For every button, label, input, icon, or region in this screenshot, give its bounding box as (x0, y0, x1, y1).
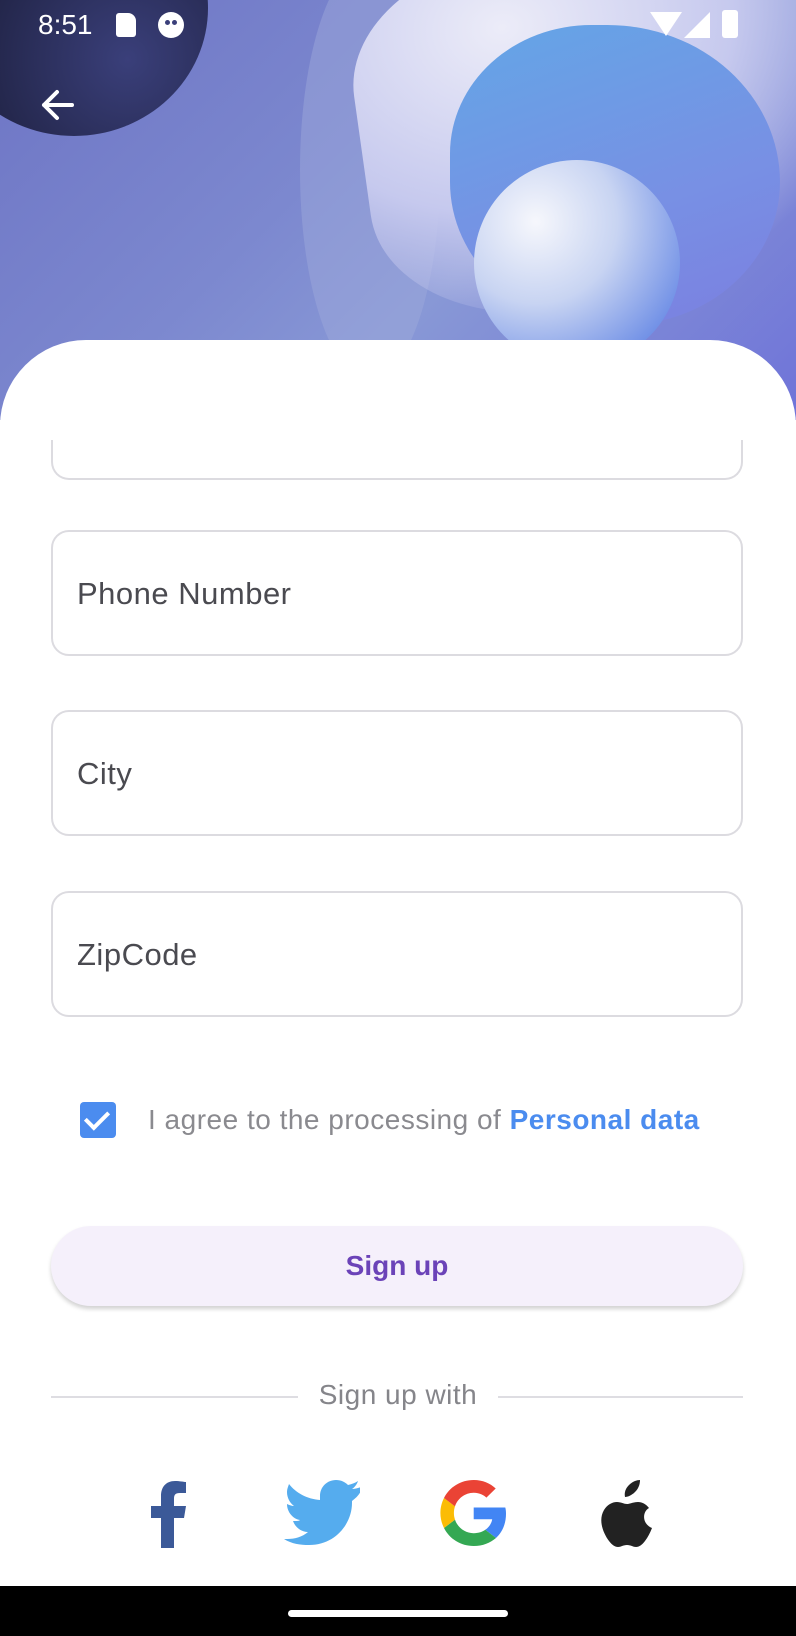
twitter-icon (284, 1480, 361, 1545)
status-time: 8:51 (38, 9, 93, 40)
city-input[interactable] (75, 712, 719, 836)
wifi-icon (650, 12, 682, 36)
battery-icon (722, 10, 738, 38)
sd-card-icon (116, 13, 136, 37)
personal-data-link[interactable]: Personal data (510, 1104, 700, 1135)
back-button[interactable] (32, 80, 82, 130)
phone-number-field[interactable] (51, 530, 743, 656)
zipcode-field[interactable] (51, 891, 743, 1017)
apple-icon (601, 1480, 652, 1547)
signal-icon (684, 12, 710, 38)
sign-up-with-label: Sign up with (318, 1379, 478, 1410)
agree-text: I agree to the processing of Personal da… (148, 1104, 700, 1136)
city-field[interactable] (51, 710, 743, 836)
cat-icon (158, 12, 184, 38)
google-icon (440, 1480, 506, 1546)
phone-number-input[interactable] (75, 532, 719, 656)
google-button[interactable] (438, 1478, 508, 1548)
sheet-edge (40, 395, 756, 440)
agree-label: I agree to the processing of (148, 1104, 510, 1135)
twitter-button[interactable] (284, 1478, 361, 1548)
agree-checkbox[interactable] (80, 1102, 116, 1138)
facebook-button[interactable] (134, 1478, 204, 1548)
sign-up-button[interactable]: Sign up (51, 1226, 743, 1306)
decorative-sphere (474, 160, 680, 366)
status-bar: 8:51 (0, 0, 796, 50)
divider-left (51, 1396, 298, 1398)
agreement-row: I agree to the processing of Personal da… (80, 1098, 700, 1142)
divider-right (498, 1396, 743, 1398)
zipcode-input[interactable] (75, 893, 719, 1017)
home-handle[interactable] (288, 1610, 508, 1617)
arrow-back-icon (42, 90, 74, 120)
apple-button[interactable] (592, 1478, 662, 1548)
facebook-icon (151, 1481, 186, 1548)
